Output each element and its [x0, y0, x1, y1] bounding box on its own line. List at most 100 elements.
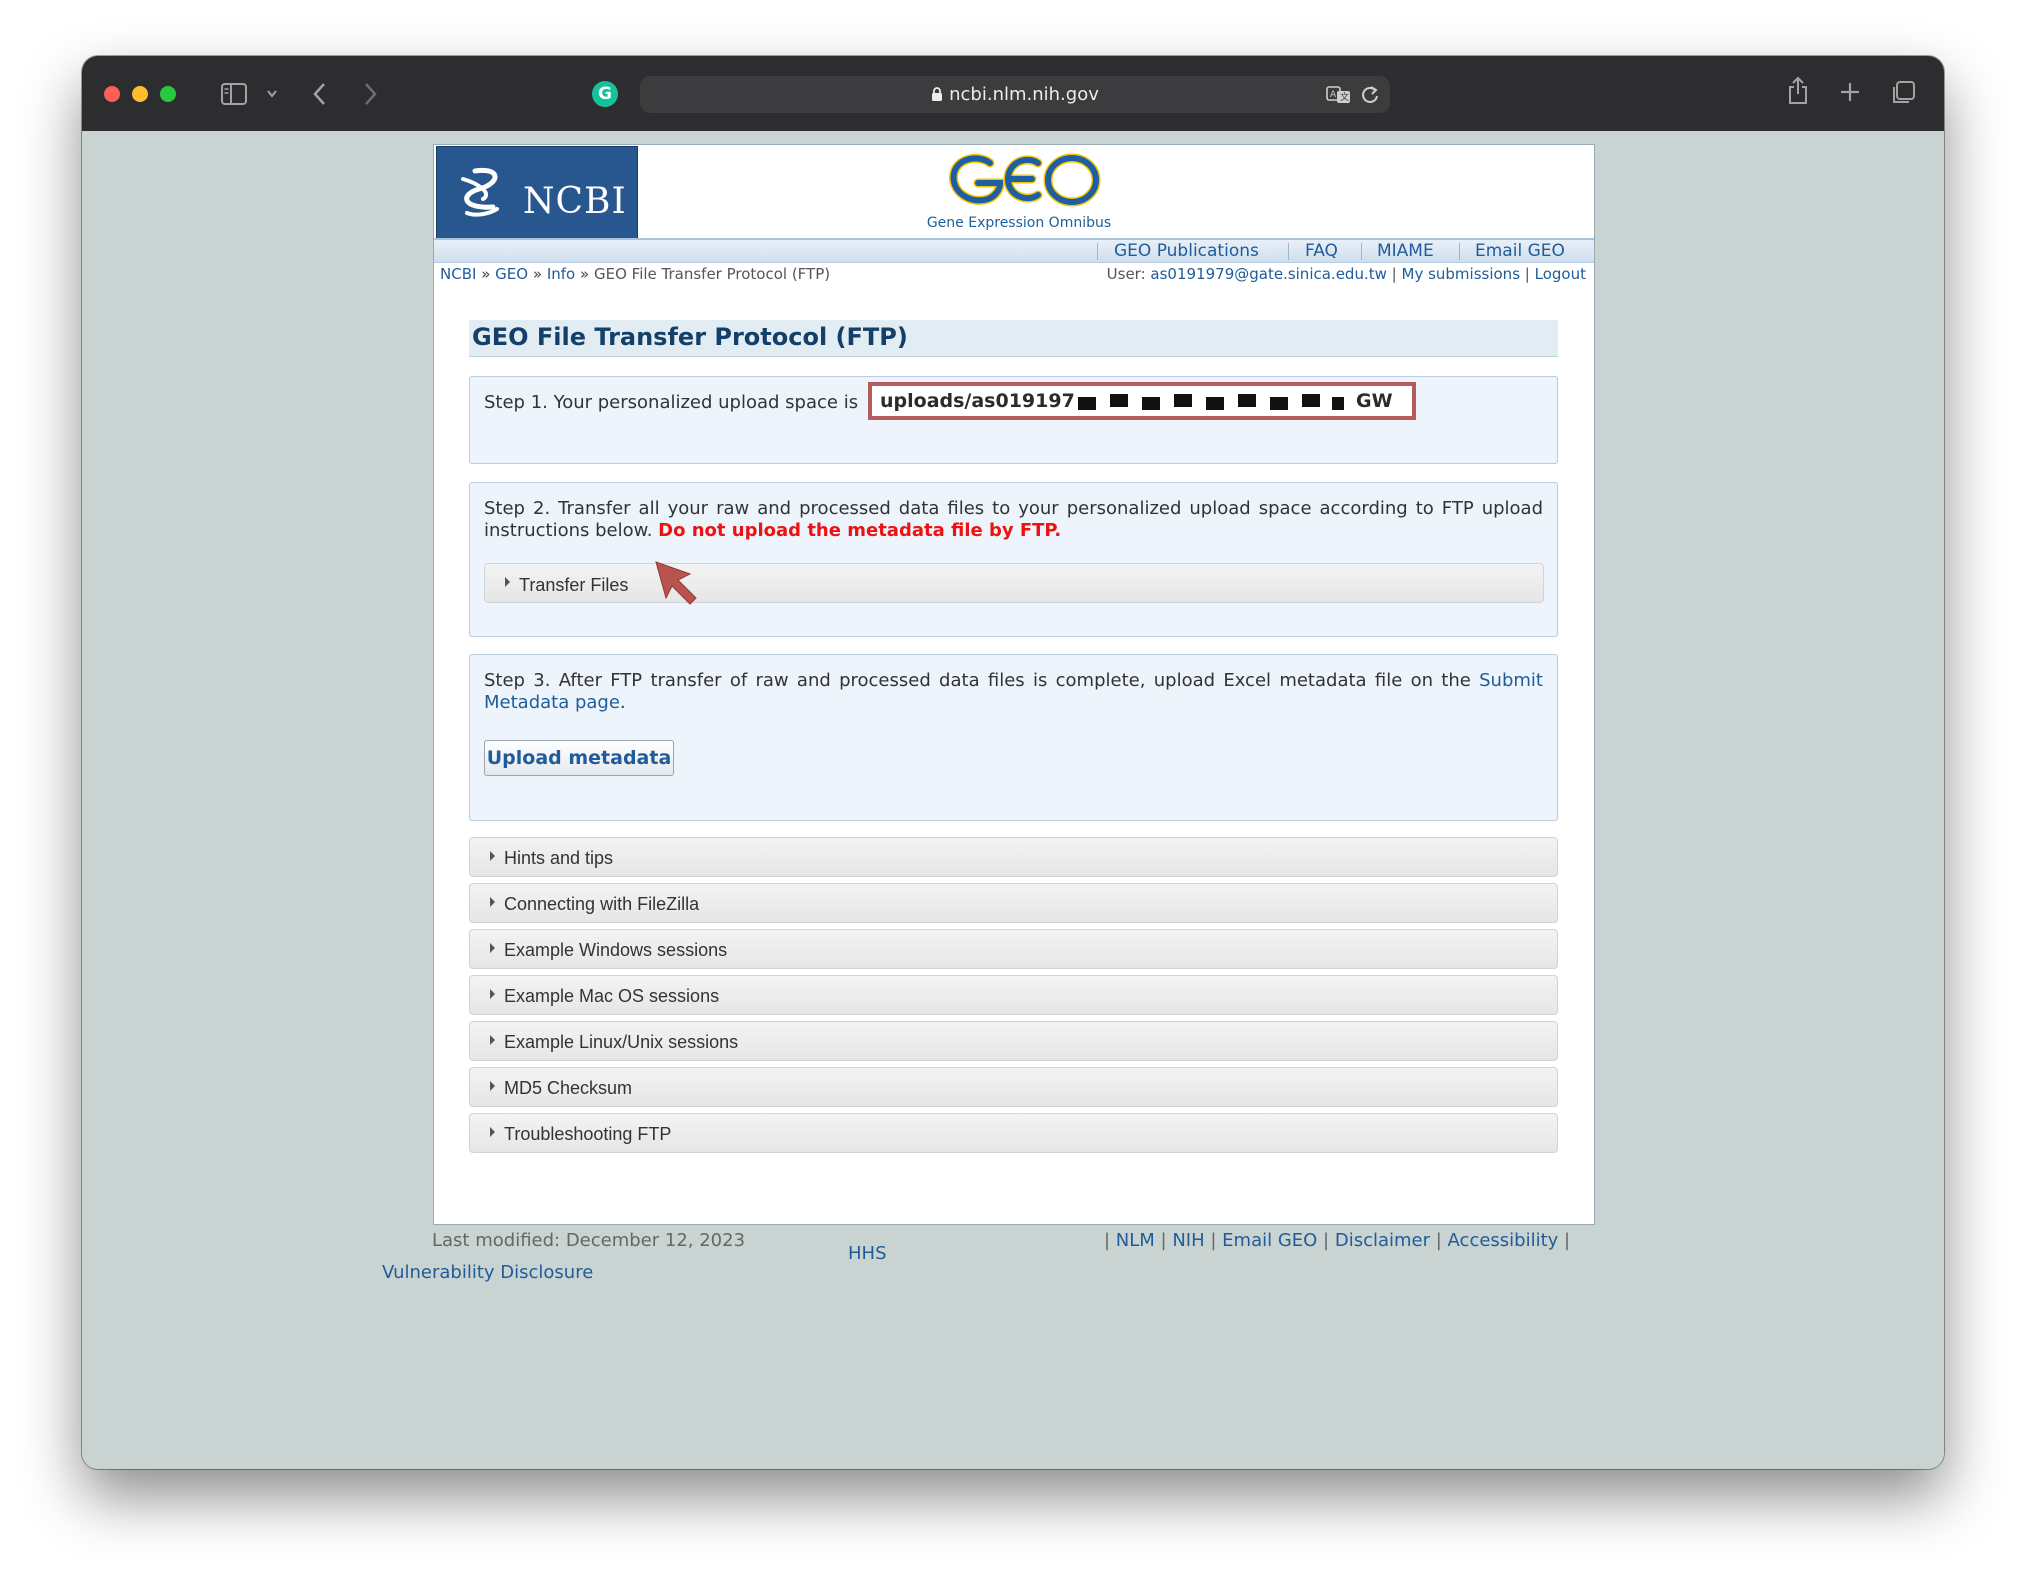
- footer-nlm-link[interactable]: NLM: [1116, 1230, 1155, 1251]
- breadcrumb-bar: NCBI » GEO » Info » GEO File Transfer Pr…: [434, 262, 1594, 286]
- section-md5-checksum[interactable]: MD5 Checksum: [469, 1067, 1558, 1107]
- geo-subtitle: Gene Expression Omnibus: [926, 215, 1112, 231]
- zoom-window-button[interactable]: [160, 86, 176, 102]
- section-connecting-filezilla[interactable]: Connecting with FileZilla: [469, 883, 1558, 923]
- upload-path-start: uploads/as019197: [880, 390, 1075, 412]
- ncbi-logo-text: NCBI: [523, 181, 627, 222]
- section-troubleshooting-ftp[interactable]: Troubleshooting FTP: [469, 1113, 1558, 1153]
- nav-separator: [1097, 243, 1098, 260]
- breadcrumb-info[interactable]: Info: [547, 265, 575, 283]
- step1-box: Step 1. Your personalized upload space i…: [469, 376, 1558, 464]
- breadcrumb: NCBI » GEO » Info » GEO File Transfer Pr…: [440, 265, 830, 283]
- user-bar-separator: |: [1391, 265, 1397, 283]
- nav-miame[interactable]: MIAME: [1377, 240, 1434, 262]
- nav-separator: [1459, 243, 1460, 260]
- nav-email-geo[interactable]: Email GEO: [1475, 240, 1565, 262]
- sidebar-toggle-icon[interactable]: [220, 82, 248, 106]
- ncbi-logo[interactable]: NCBI: [436, 146, 638, 239]
- section-linux-sessions[interactable]: Example Linux/Unix sessions: [469, 1021, 1558, 1061]
- geo-logo[interactable]: [946, 149, 1106, 213]
- browser-window: G ncbi.nlm.nih.gov A文 NCBI Gene Expressi…: [82, 56, 1944, 1469]
- reload-icon[interactable]: [1360, 84, 1380, 106]
- nav-separator: [1288, 243, 1289, 260]
- close-window-button[interactable]: [104, 86, 120, 102]
- section-label: MD5 Checksum: [504, 1078, 633, 1098]
- grammarly-icon[interactable]: G: [592, 81, 618, 107]
- breadcrumb-current: GEO File Transfer Protocol (FTP): [593, 265, 831, 283]
- upload-path-end: GW: [1356, 390, 1393, 412]
- expand-triangle-icon: [490, 1081, 495, 1091]
- upload-path-field[interactable]: uploads/as019197 GW: [868, 382, 1416, 420]
- chevron-down-icon[interactable]: [266, 89, 278, 98]
- user-email-link[interactable]: as0191979@gate.sinica.edu.tw: [1150, 265, 1386, 283]
- expand-triangle-icon: [505, 577, 510, 587]
- redaction-mark: [1174, 394, 1192, 407]
- nav-separator: [1361, 243, 1362, 260]
- page-title-bar: GEO File Transfer Protocol (FTP): [469, 320, 1558, 357]
- share-icon[interactable]: [1787, 76, 1809, 106]
- logout-link[interactable]: Logout: [1535, 265, 1586, 283]
- lock-icon: [932, 87, 943, 101]
- section-hints-and-tips[interactable]: Hints and tips: [469, 837, 1558, 877]
- breadcrumb-separator: »: [481, 265, 491, 283]
- footer-disclaimer-link[interactable]: Disclaimer: [1335, 1230, 1430, 1251]
- footer-nih-link[interactable]: NIH: [1172, 1230, 1204, 1251]
- breadcrumb-geo[interactable]: GEO: [495, 265, 528, 283]
- my-submissions-link[interactable]: My submissions: [1402, 265, 1521, 283]
- footer-email-geo-link[interactable]: Email GEO: [1222, 1230, 1317, 1251]
- footer-links: | NLM | NIH | Email GEO | Disclaimer | A…: [1104, 1230, 1571, 1251]
- step2-warning: Do not upload the metadata file by FTP.: [658, 520, 1062, 541]
- translate-icon[interactable]: A文: [1326, 85, 1352, 105]
- viewport: NCBI Gene Expression Omnibus GEO Publica…: [82, 131, 1944, 1469]
- footer-hhs-link[interactable]: HHS: [848, 1243, 887, 1264]
- expand-triangle-icon: [490, 989, 495, 999]
- geo-page: NCBI Gene Expression Omnibus GEO Publica…: [433, 144, 1595, 1225]
- browser-toolbar: G ncbi.nlm.nih.gov A文: [82, 56, 1944, 132]
- user-label: User:: [1106, 265, 1146, 283]
- redaction-mark: [1302, 394, 1320, 407]
- top-nav: GEO Publications FAQ MIAME Email GEO: [434, 238, 1594, 263]
- expand-triangle-icon: [490, 851, 495, 861]
- url-text: ncbi.nlm.nih.gov: [949, 84, 1099, 105]
- section-mac-sessions[interactable]: Example Mac OS sessions: [469, 975, 1558, 1015]
- tab-overview-icon[interactable]: [1890, 80, 1916, 106]
- address-bar[interactable]: ncbi.nlm.nih.gov A文: [640, 76, 1390, 113]
- redaction-mark: [1332, 397, 1344, 410]
- step3-box: Step 3. After FTP transfer of raw and pr…: [469, 654, 1558, 821]
- breadcrumb-separator: »: [532, 265, 543, 283]
- ncbi-helix-icon: [461, 167, 499, 217]
- nav-faq[interactable]: FAQ: [1305, 240, 1338, 262]
- new-tab-icon[interactable]: [1839, 81, 1861, 103]
- svg-text:文: 文: [1340, 91, 1349, 103]
- forward-arrow-icon[interactable]: [362, 81, 378, 107]
- vulnerability-disclosure-link[interactable]: Vulnerability Disclosure: [382, 1262, 593, 1283]
- last-modified: Last modified: December 12, 2023: [432, 1230, 746, 1251]
- step3-paragraph: Step 3. After FTP transfer of raw and pr…: [484, 670, 1543, 714]
- back-arrow-icon[interactable]: [312, 81, 328, 107]
- expand-triangle-icon: [490, 897, 495, 907]
- user-bar-separator: |: [1524, 265, 1530, 283]
- section-label: Hints and tips: [504, 848, 614, 868]
- section-label: Troubleshooting FTP: [504, 1124, 672, 1144]
- section-windows-sessions[interactable]: Example Windows sessions: [469, 929, 1558, 969]
- redaction-mark: [1078, 397, 1096, 410]
- footer-accessibility-link[interactable]: Accessibility: [1448, 1230, 1559, 1251]
- section-label: Example Linux/Unix sessions: [504, 1032, 739, 1052]
- expand-triangle-icon: [490, 1035, 495, 1045]
- redaction-mark: [1142, 397, 1160, 410]
- section-label: Example Windows sessions: [504, 940, 728, 960]
- page-title: GEO File Transfer Protocol (FTP): [472, 323, 908, 351]
- nav-geo-publications[interactable]: GEO Publications: [1114, 240, 1259, 262]
- step2-paragraph: Step 2. Transfer all your raw and proces…: [484, 498, 1543, 542]
- redaction-mark: [1110, 394, 1128, 407]
- minimize-window-button[interactable]: [132, 86, 148, 102]
- breadcrumb-ncbi[interactable]: NCBI: [440, 265, 476, 283]
- redaction-mark: [1270, 397, 1288, 410]
- section-label: Example Mac OS sessions: [504, 986, 720, 1006]
- upload-metadata-button[interactable]: Upload metadata: [484, 740, 674, 776]
- section-label: Connecting with FileZilla: [504, 894, 700, 914]
- step3-text: Step 3. After FTP transfer of raw and pr…: [484, 670, 1471, 691]
- step3-period: .: [619, 692, 626, 713]
- expand-triangle-icon: [490, 1127, 495, 1137]
- transfer-files-accordion[interactable]: Transfer Files: [484, 563, 1544, 603]
